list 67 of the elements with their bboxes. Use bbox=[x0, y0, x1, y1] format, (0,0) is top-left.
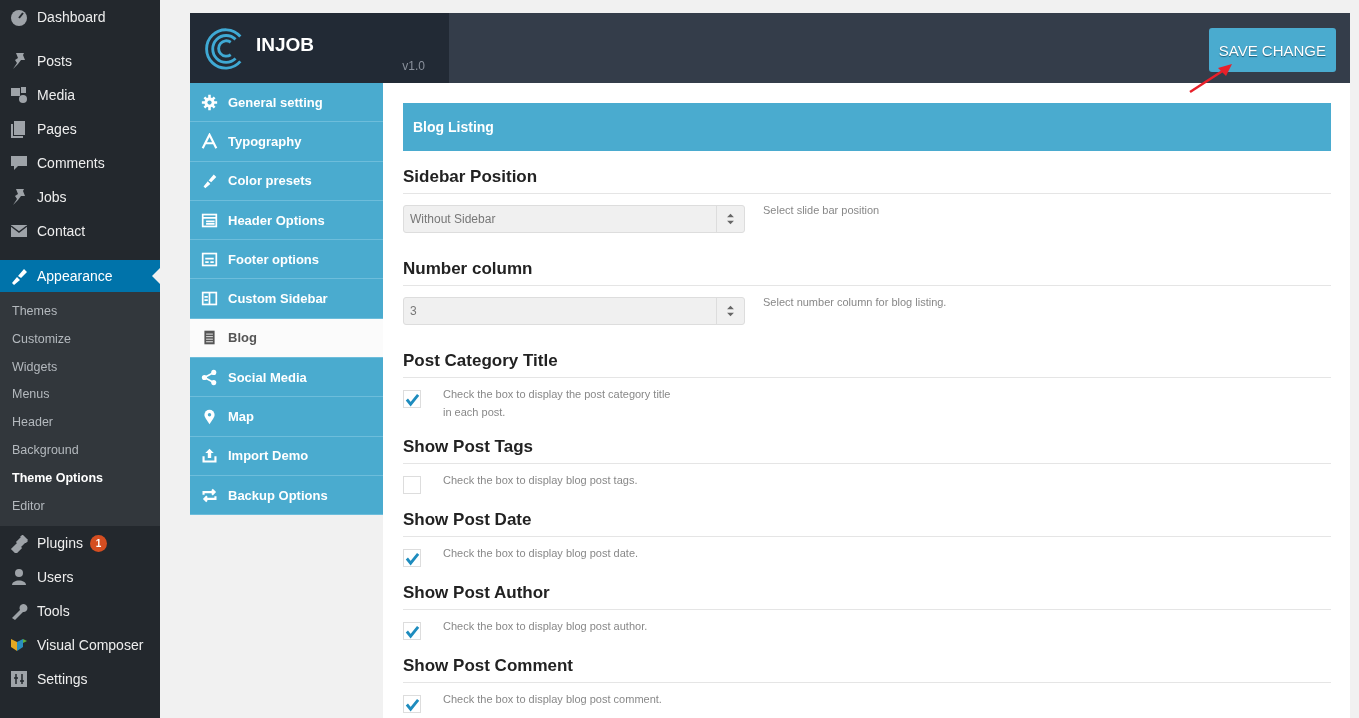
field-title: Show Post Date bbox=[403, 510, 1331, 537]
document-icon bbox=[201, 329, 218, 347]
submenu-item[interactable]: Editor bbox=[0, 492, 160, 521]
help-text: Check the box to display blog post date. bbox=[443, 546, 639, 561]
menu-item[interactable]: Pages bbox=[0, 112, 160, 146]
user-icon bbox=[9, 567, 29, 588]
brush-icon bbox=[201, 172, 218, 190]
share-icon bbox=[201, 368, 218, 386]
checkbox[interactable] bbox=[403, 476, 421, 494]
field-title: Show Post Comment bbox=[403, 656, 1331, 683]
layout-icon bbox=[201, 250, 218, 268]
submenu-item[interactable]: Theme Options bbox=[0, 464, 160, 493]
menu-item[interactable]: Users bbox=[0, 560, 160, 595]
brand-name: INJOB bbox=[256, 34, 315, 56]
field-title: Number column bbox=[403, 259, 1331, 286]
upload-icon bbox=[201, 447, 218, 465]
menu-item[interactable]: Dashboard bbox=[0, 0, 160, 34]
menu-item[interactable]: Plugins 1 bbox=[0, 526, 160, 561]
submenu-item[interactable]: Widgets bbox=[0, 353, 160, 382]
sliders-icon bbox=[9, 669, 29, 690]
media-icon bbox=[9, 85, 29, 105]
repeat-icon bbox=[201, 486, 218, 504]
letter-icon bbox=[201, 132, 218, 150]
section-header: Blog Listing bbox=[403, 103, 1331, 151]
field-title: Show Post Author bbox=[403, 583, 1331, 610]
arrow-annotation bbox=[1188, 62, 1234, 94]
checkbox[interactable] bbox=[403, 390, 421, 408]
help-text: Check the box to display blog post comment. bbox=[443, 692, 662, 707]
dashboard-icon bbox=[9, 7, 29, 27]
submenu-item[interactable]: Themes bbox=[0, 298, 160, 326]
submenu-item[interactable]: Customize bbox=[0, 325, 160, 354]
checkbox[interactable] bbox=[403, 695, 421, 713]
checkbox[interactable] bbox=[403, 622, 421, 640]
nav-tab[interactable]: Blog bbox=[190, 318, 383, 359]
layout-icon bbox=[201, 211, 218, 229]
menu-item[interactable]: Settings bbox=[0, 662, 160, 697]
menu-item[interactable]: Media bbox=[0, 78, 160, 112]
menu-item[interactable]: Visual Composer bbox=[0, 628, 160, 663]
select-field[interactable]: Without Sidebar bbox=[403, 205, 745, 233]
submenu-item[interactable]: Menus bbox=[0, 381, 160, 410]
sort-arrows-icon bbox=[726, 213, 735, 225]
menu-item[interactable]: Tools bbox=[0, 594, 160, 629]
field-title: Show Post Tags bbox=[403, 437, 1331, 464]
sort-arrows-icon bbox=[726, 305, 735, 317]
count-badge: 1 bbox=[89, 534, 107, 552]
checkbox[interactable] bbox=[403, 549, 421, 567]
help-text: Check the box to display the post category title in each post. bbox=[443, 387, 672, 420]
submenu-item[interactable]: Background bbox=[0, 437, 160, 465]
submenu-item[interactable]: Header bbox=[0, 409, 160, 437]
settings-icon bbox=[201, 93, 218, 111]
help-text: Select slide bar position bbox=[763, 203, 880, 218]
menu-item[interactable]: Comments bbox=[0, 146, 160, 180]
menu-item[interactable]: Appearance bbox=[0, 260, 160, 292]
select-field[interactable]: 3 bbox=[403, 297, 745, 325]
sidebar-icon bbox=[201, 290, 218, 308]
brush-icon bbox=[9, 266, 29, 286]
map-pin-icon bbox=[201, 408, 218, 425]
menu-item[interactable]: Contact bbox=[0, 214, 160, 248]
field-title: Sidebar Position bbox=[403, 167, 1331, 194]
field-title: Post Category Title bbox=[403, 351, 1331, 378]
menu-item[interactable]: Posts bbox=[0, 44, 160, 78]
help-text: Select number column for blog listing. bbox=[763, 295, 947, 310]
version-label: v1.0 bbox=[402, 59, 425, 73]
help-text: Check the box to display blog post author. bbox=[443, 619, 648, 634]
comment-icon bbox=[9, 153, 29, 173]
menu-item[interactable]: Jobs bbox=[0, 180, 160, 214]
help-text: Check the box to display blog post tags. bbox=[443, 473, 638, 488]
